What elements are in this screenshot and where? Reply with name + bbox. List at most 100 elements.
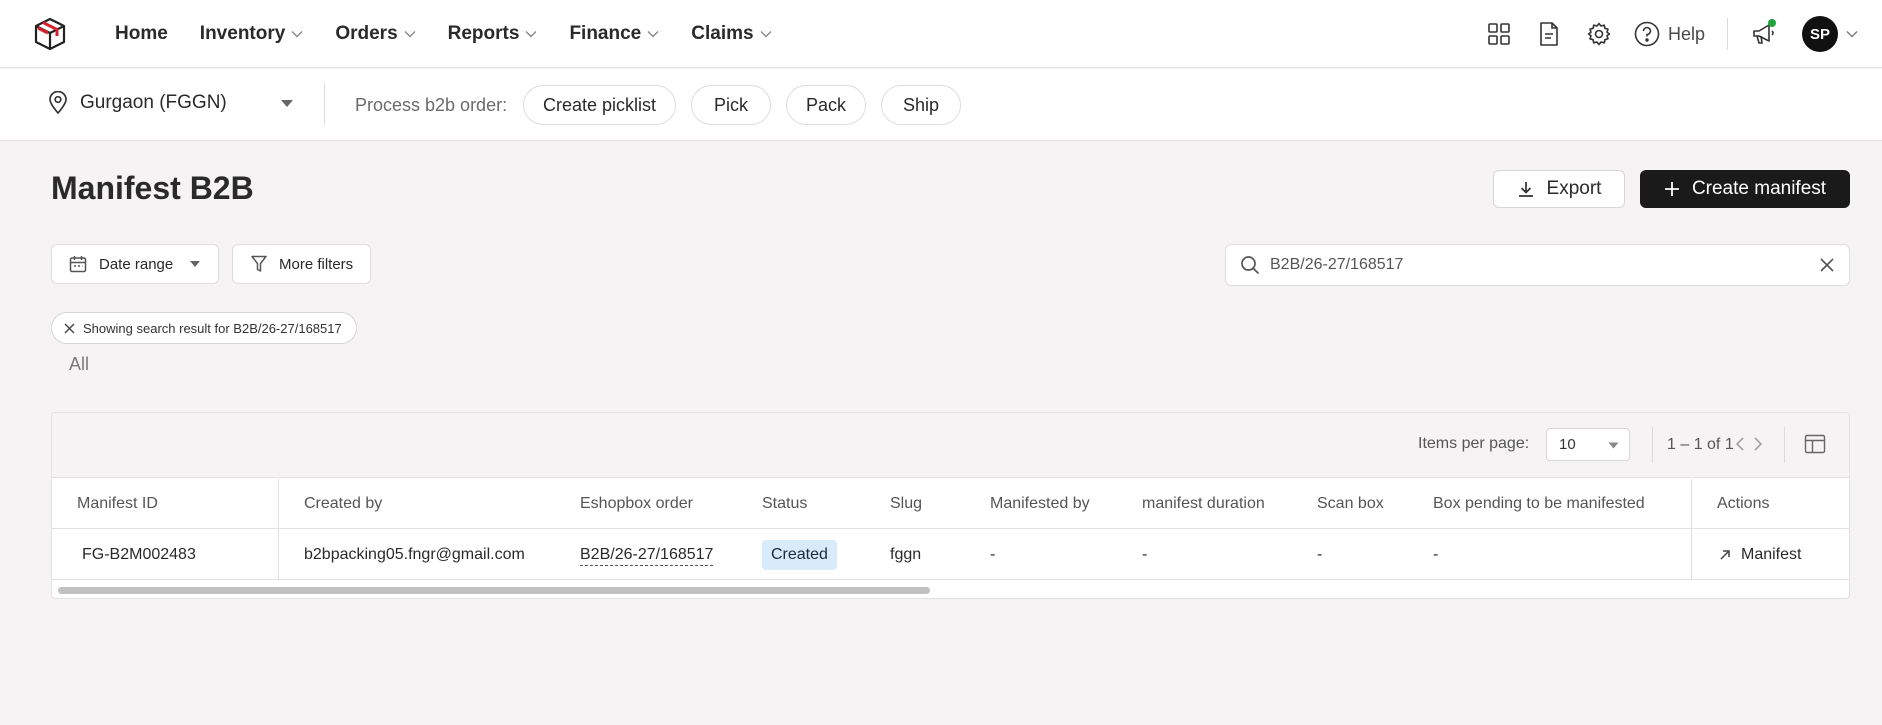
app-grid-icon[interactable] <box>1486 21 1512 47</box>
caret-down-icon <box>190 261 201 267</box>
column-header-created-by[interactable]: Created by <box>304 495 382 513</box>
manifest-action-button[interactable]: Manifest <box>1719 546 1801 564</box>
column-header-slug[interactable]: Slug <box>890 495 922 513</box>
search-input[interactable] <box>1270 256 1819 274</box>
settings-gear-icon[interactable] <box>1586 21 1612 47</box>
pagination-range: 1 – 1 of 1 <box>1667 436 1734 453</box>
cell-slug: fggn <box>890 546 922 563</box>
table-toolbar: Items per page: 10 1 – 1 of 1 <box>52 413 1849 478</box>
chevron-down-icon <box>760 31 772 38</box>
pick-button[interactable]: Pick <box>691 85 771 125</box>
cell-created-by: b2bpacking05.fngr@gmail.com <box>304 546 525 563</box>
create-manifest-label: Create manifest <box>1691 178 1827 199</box>
column-header-actions: Actions <box>1717 495 1770 512</box>
cell-manifest-id: FG-B2M002483 <box>82 546 196 563</box>
help-label: Help <box>1667 23 1705 44</box>
next-page-icon[interactable] <box>1751 435 1765 453</box>
nav-item-orders[interactable]: Orders <box>335 23 416 45</box>
nav-item-finance[interactable]: Finance <box>569 23 659 45</box>
nav-item-label: Inventory <box>199 23 286 44</box>
nav-item-home[interactable]: Home <box>115 23 168 45</box>
location-name: Gurgaon (FGGN) <box>80 92 227 113</box>
table-row[interactable]: FG-B2M002483 b2bpacking05.fngr@gmail.com… <box>52 530 1849 580</box>
close-icon[interactable] <box>64 323 75 334</box>
cell-box-pending: - <box>1433 546 1439 563</box>
column-header-scan-box[interactable]: Scan box <box>1317 495 1384 513</box>
export-button[interactable]: Export <box>1493 170 1625 208</box>
chevron-down-icon <box>525 31 537 38</box>
nav-item-label: Finance <box>569 23 642 44</box>
toolbar-divider <box>1652 427 1653 463</box>
document-icon[interactable] <box>1536 21 1562 47</box>
horizontal-scrollbar[interactable] <box>58 587 930 594</box>
column-header-manifest-id[interactable]: Manifest ID <box>77 495 158 513</box>
nav-item-claims[interactable]: Claims <box>691 23 772 45</box>
items-per-page-value: 10 <box>1559 436 1576 453</box>
column-header-manifested-by[interactable]: Manifested by <box>990 495 1090 513</box>
location-pin-icon <box>49 91 67 115</box>
search-box <box>1225 244 1850 286</box>
manifest-table-card: Items per page: 10 1 – 1 of 1 Manifest I… <box>51 412 1850 599</box>
user-avatar[interactable]: SP <box>1802 16 1838 52</box>
cell-manifest-duration: - <box>1142 546 1148 563</box>
items-per-page-select[interactable]: 10 <box>1546 428 1630 461</box>
process-b2b-label: Process b2b order: <box>355 95 508 115</box>
chevron-down-icon <box>647 31 659 38</box>
nav-item-label: Orders <box>335 23 398 44</box>
nav-item-label: Home <box>115 23 168 44</box>
create-manifest-button[interactable]: Create manifest <box>1640 170 1850 208</box>
more-filters-label: More filters <box>279 255 354 273</box>
cell-scan-box: - <box>1317 546 1323 563</box>
eshopbox-logo-icon[interactable] <box>34 17 66 51</box>
date-range-label: Date range <box>99 255 174 273</box>
search-icon <box>1241 256 1260 275</box>
caret-down-icon <box>281 100 293 107</box>
more-filters-button[interactable]: More filters <box>232 244 371 284</box>
search-result-chip: Showing search result for B2B/26-27/1685… <box>51 312 357 344</box>
date-range-filter[interactable]: Date range <box>51 244 219 284</box>
status-badge: Created <box>762 540 837 570</box>
warehouse-subbar: Gurgaon (FGGN) Process b2b order: Create… <box>0 69 1882 141</box>
create-picklist-button[interactable]: Create picklist <box>523 85 676 125</box>
cell-eshopbox-order-link[interactable]: B2B/26-27/168517 <box>580 546 714 566</box>
prev-page-icon[interactable] <box>1733 435 1747 453</box>
export-label: Export <box>1546 178 1602 199</box>
location-selector[interactable]: Gurgaon (FGGN) <box>48 91 293 115</box>
filter-funnel-icon <box>251 255 267 272</box>
help-circle-icon <box>1634 21 1660 47</box>
pack-button[interactable]: Pack <box>786 85 866 125</box>
subbar-divider <box>324 83 325 125</box>
column-header-eshopbox-order[interactable]: Eshopbox order <box>580 495 693 513</box>
nav-item-inventory[interactable]: Inventory <box>200 23 304 45</box>
items-per-page-label: Items per page: <box>1418 435 1530 452</box>
chevron-down-icon <box>404 31 416 38</box>
nav-item-label: Claims <box>691 23 754 44</box>
plus-icon <box>1664 182 1679 196</box>
ship-button[interactable]: Ship <box>881 85 961 125</box>
nav-item-label: Reports <box>447 23 520 44</box>
chevron-down-icon[interactable] <box>1846 30 1858 38</box>
table-header-row: Manifest ID Created by Eshopbox order St… <box>52 479 1849 529</box>
clear-search-icon[interactable] <box>1819 257 1835 273</box>
arrow-up-right-icon <box>1720 550 1730 560</box>
main-menu: Home Inventory Orders Reports Finance Cl… <box>115 0 804 68</box>
nav-divider <box>1727 18 1728 50</box>
tab-all[interactable]: All <box>69 354 89 375</box>
column-header-box-pending[interactable]: Box pending to be manifested <box>1433 495 1645 513</box>
chevron-down-icon <box>291 31 303 38</box>
top-navbar: Home Inventory Orders Reports Finance Cl… <box>0 0 1882 68</box>
chip-text: Showing search result for B2B/26-27/1685… <box>83 320 342 336</box>
manifest-action-label: Manifest <box>1741 546 1802 563</box>
nav-item-reports[interactable]: Reports <box>448 23 538 45</box>
column-settings-icon[interactable] <box>1804 433 1826 460</box>
cell-manifested-by: - <box>990 546 996 563</box>
notification-dot <box>1768 19 1776 27</box>
caret-down-icon <box>1608 442 1619 449</box>
calendar-icon <box>69 256 87 273</box>
nav-utilities: Help SP <box>1462 0 1858 68</box>
announcement-megaphone-icon[interactable] <box>1750 19 1778 48</box>
page-title: Manifest B2B <box>51 170 254 206</box>
column-header-manifest-duration[interactable]: manifest duration <box>1142 495 1265 513</box>
column-header-status[interactable]: Status <box>762 495 807 513</box>
help-link[interactable]: Help <box>1634 21 1705 47</box>
